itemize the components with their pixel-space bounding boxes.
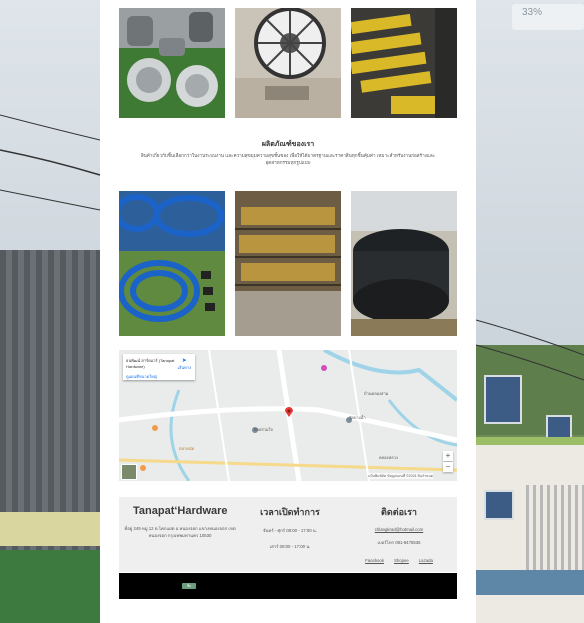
product-image-cable-reel[interactable]	[235, 8, 341, 118]
google-map[interactable]: บ้านคลองสาม ซอยร่วมใจ ตลาดนัด วัดบางน้ำ …	[119, 350, 457, 481]
zoom-out-button[interactable]: −	[443, 462, 453, 472]
map-attribution: แป้นพิมพ์ลัด ข้อมูลแผนที่ ©2024 ข้อกำหนด	[368, 473, 433, 479]
hours-weekend: เสาร์ 08:00 - 17:00 น.	[269, 544, 311, 549]
view-larger-map-link[interactable]: ดูแผนที่ขนาดใหญ่	[126, 373, 192, 380]
product-image-yellow-pipes[interactable]	[351, 8, 457, 118]
map-label: ซอยร่วมใจ	[254, 427, 273, 432]
directions-label: เส้นทาง	[177, 365, 191, 370]
bottom-bar	[119, 573, 457, 599]
directions-button[interactable]: ➤ เส้นทาง	[178, 357, 191, 371]
zoom-in-button[interactable]: +	[443, 451, 453, 461]
contact-phone: เบอร์โทร 081-8475535	[377, 540, 421, 545]
shopee-link[interactable]: Shopee	[394, 558, 409, 563]
back-to-top-label: ขึ้น	[186, 584, 192, 588]
hours-weekday: จันทร์ - ศุกร์ 08:00 - 17:00 น.	[263, 528, 317, 533]
products-description: สินค้าเกี่ยวกับชิ้นเลือกกว่าในงานระบบงาน…	[140, 153, 436, 165]
map-label: ตลาดนัด	[179, 446, 195, 451]
footer-address: ที่อยู่ 249 หมู่ 12 ต.โคกแฝด อ.หนองจอก แ…	[124, 526, 236, 538]
product-image-steel-bars[interactable]	[235, 191, 341, 336]
contact-heading: ติดต่อเรา	[381, 507, 417, 517]
product-image-black-tape-roll[interactable]	[351, 191, 457, 336]
overlay-percentage: 33%	[512, 4, 584, 30]
contact-email-link[interactable]: chlangkrad@hotmail.com	[345, 527, 453, 532]
footer-brand: Tanapat‘Hardware	[133, 505, 228, 517]
map-satellite-thumbnail[interactable]	[121, 464, 137, 480]
facebook-link[interactable]: Facebook	[365, 558, 384, 563]
map-label: บ้านคลองสาม	[364, 391, 389, 396]
products-heading: ผลิตภัณฑ์ของเรา	[261, 141, 315, 148]
product-image-blue-hose[interactable]	[119, 191, 225, 336]
hours-heading: เวลาเปิดทำการ	[260, 507, 320, 517]
map-place-card: ธนพัฒน์ ฮาร์ดแวร์ (Tanapat Hardware) ดูแ…	[123, 354, 195, 380]
product-page: ผลิตภัณฑ์ของเรา สินค้าเกี่ยวกับชิ้นเลือก…	[100, 0, 476, 623]
map-label: วัดบางน้ำ	[349, 415, 366, 420]
map-label: คลองหลวง	[379, 455, 398, 460]
lazada-link[interactable]: Lazada	[419, 558, 433, 563]
back-to-top-button[interactable]: ขึ้น	[182, 583, 196, 589]
product-image-pvc-fittings[interactable]	[119, 8, 225, 118]
map-pin-icon[interactable]	[285, 404, 293, 417]
site-footer: Tanapat‘Hardware ที่อยู่ 249 หมู่ 12 ต.โ…	[119, 497, 457, 572]
directions-icon: ➤	[181, 358, 187, 364]
